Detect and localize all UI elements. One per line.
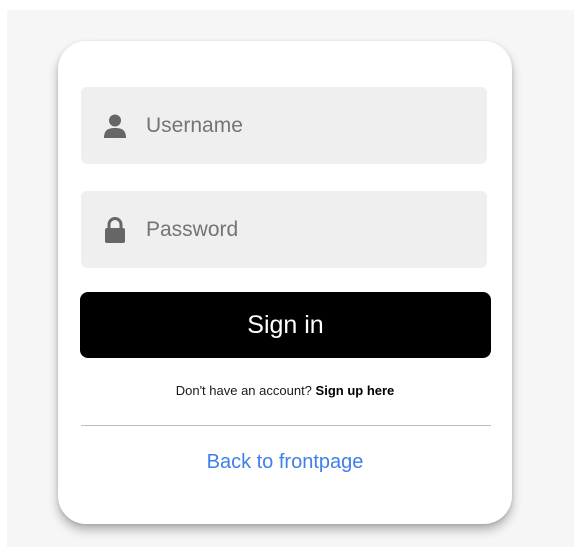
divider <box>81 425 491 426</box>
lock-icon <box>103 216 127 244</box>
username-input[interactable] <box>146 105 466 146</box>
signup-link[interactable]: Sign up here <box>316 383 395 398</box>
password-input[interactable] <box>146 209 466 250</box>
username-field[interactable] <box>81 87 487 164</box>
signup-prompt-text: Don't have an account? <box>175 383 312 398</box>
login-card: Sign in Don't have an account? Sign up h… <box>58 41 512 524</box>
back-to-frontpage-link[interactable]: Back to frontpage <box>58 451 512 474</box>
person-icon <box>103 112 127 140</box>
password-field[interactable] <box>81 191 487 268</box>
signup-prompt-line: Don't have an account? Sign up here <box>58 383 512 398</box>
signin-button[interactable]: Sign in <box>80 292 491 358</box>
